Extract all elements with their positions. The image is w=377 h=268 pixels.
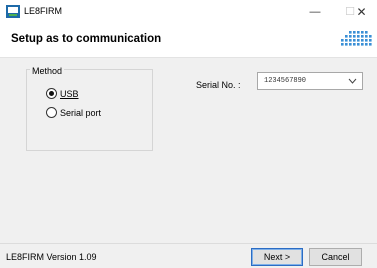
serial-no-value: 1234567890 — [264, 77, 307, 85]
wizard-header: Setup as to communication — [0, 24, 377, 58]
logo-dot — [357, 39, 360, 42]
window-title: LE8FIRM — [24, 6, 63, 16]
radio-usb-indicator[interactable] — [46, 88, 57, 99]
logo-dot — [353, 35, 356, 38]
logo-dot — [341, 43, 344, 46]
logo-dot — [349, 35, 352, 38]
radio-serial-port-label: Serial port — [60, 107, 102, 118]
logo-dot — [361, 39, 364, 42]
page-title: Setup as to communication — [11, 33, 162, 45]
logo-dot — [353, 31, 356, 34]
radio-usb[interactable]: USB — [46, 88, 79, 99]
serial-no-label: Serial No. : — [196, 80, 241, 90]
logo-dot — [353, 39, 356, 42]
logo-dot — [349, 39, 352, 42]
logo-dot — [369, 43, 372, 46]
logo-dot — [361, 43, 364, 46]
logo-dot — [357, 31, 360, 34]
logo-dot — [365, 39, 368, 42]
next-button[interactable]: Next > — [251, 248, 303, 266]
dot-logo-icon — [341, 31, 372, 46]
chevron-down-icon[interactable] — [348, 75, 357, 87]
radio-serial-port[interactable]: Serial port — [46, 107, 101, 118]
logo-dot — [365, 35, 368, 38]
logo-dot — [349, 43, 352, 46]
version-label: LE8FIRM Version 1.09 — [6, 252, 97, 262]
logo-dot — [345, 43, 348, 46]
logo-dot — [357, 43, 360, 46]
method-legend: Method — [30, 66, 65, 76]
logo-dot — [349, 31, 352, 34]
logo-dot — [369, 35, 372, 38]
radio-usb-label: USB — [60, 88, 79, 99]
radio-serial-port-indicator[interactable] — [46, 107, 57, 118]
logo-dot — [353, 43, 356, 46]
logo-dot — [357, 35, 360, 38]
minimize-button[interactable]: — — [298, 0, 332, 24]
logo-dot — [369, 39, 372, 42]
logo-dot — [361, 35, 364, 38]
logo-dot — [345, 39, 348, 42]
title-bar: LE8FIRM — ☐ ✕ — [0, 0, 377, 24]
logo-dot — [365, 31, 368, 34]
logo-dot — [345, 35, 348, 38]
serial-no-dropdown[interactable]: 1234567890 — [257, 72, 363, 90]
logo-dot — [341, 39, 344, 42]
logo-dot — [365, 43, 368, 46]
app-icon — [6, 5, 20, 18]
logo-dot — [361, 31, 364, 34]
cancel-button[interactable]: Cancel — [309, 248, 362, 266]
close-button[interactable]: ✕ — [346, 0, 377, 24]
